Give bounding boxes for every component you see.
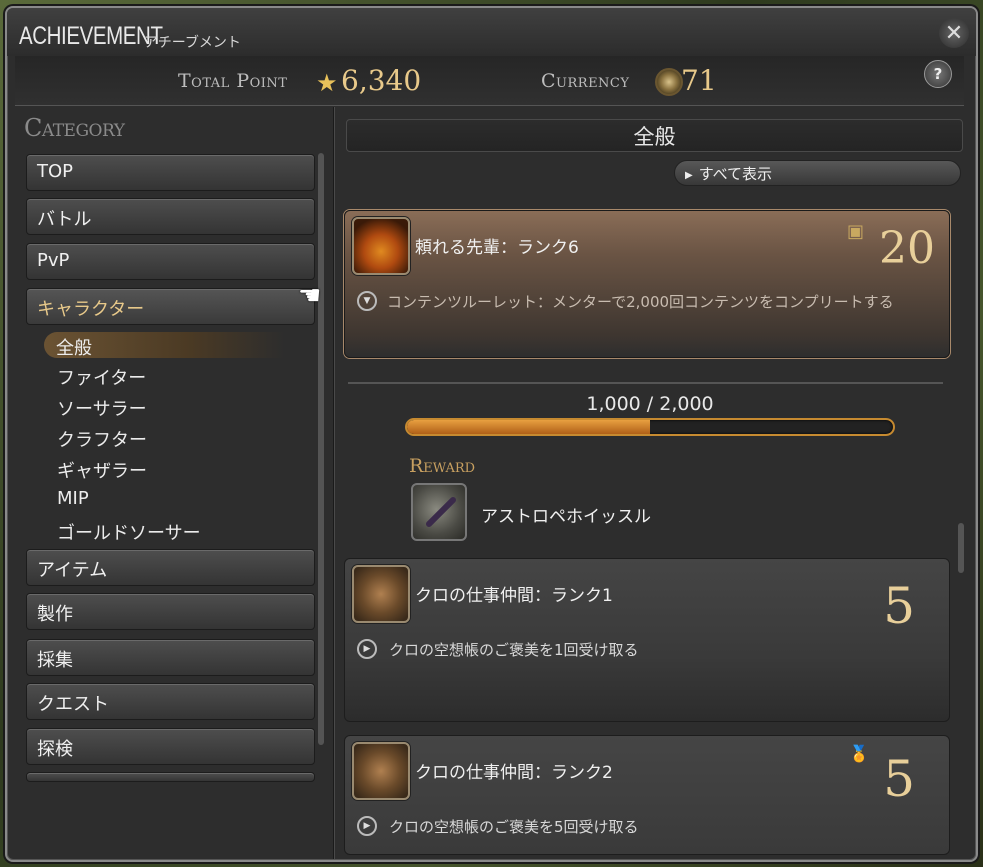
reward-name: アストロペホイッスル bbox=[481, 507, 651, 527]
category-battle[interactable]: バトル bbox=[26, 198, 315, 235]
collapse-chevron-icon[interactable]: ▼ bbox=[357, 291, 377, 311]
achievement-book-icon bbox=[352, 565, 410, 623]
total-point-value: 6,340 bbox=[341, 64, 422, 97]
achievement-book-icon bbox=[352, 742, 410, 800]
show-all-button[interactable]: ▶ すべて表示 bbox=[674, 160, 961, 186]
coin-icon bbox=[655, 68, 683, 96]
category-character[interactable]: キャラクター bbox=[26, 288, 315, 325]
points-bar: Total Point ★ 6,340 Currency 71 bbox=[15, 56, 964, 106]
help-button[interactable]: ? bbox=[924, 60, 952, 88]
achievement-points: 5 bbox=[883, 750, 915, 808]
achievement-description: コンテンツルーレット：メンターで2,000回コンテンツをコンプリートする bbox=[387, 293, 894, 311]
achievement-title: クロの仕事仲間：ランク1 bbox=[415, 586, 613, 606]
panel-divider bbox=[333, 107, 335, 859]
close-button[interactable]: ✕ bbox=[939, 18, 969, 48]
subcategory-gold-saucer[interactable]: ゴールドソーサー bbox=[57, 519, 201, 545]
achievement-description: クロの空想帳のご褒美を1回受け取る bbox=[389, 641, 639, 659]
achievement-points: 20 bbox=[879, 223, 935, 274]
category-quest[interactable]: クエスト bbox=[26, 683, 315, 720]
subcategory-sorcerer[interactable]: ソーサラー bbox=[57, 395, 147, 421]
achievement-fire-icon bbox=[352, 217, 410, 275]
category-item[interactable]: アイテム bbox=[26, 549, 315, 586]
section-header: 全般 bbox=[346, 119, 963, 152]
achievement-title: クロの仕事仲間：ランク2 bbox=[415, 763, 613, 783]
right-scrollbar-thumb[interactable] bbox=[958, 523, 964, 573]
title-bar[interactable]: ACHIEVEMENT アチーブメント ✕ bbox=[7, 8, 976, 56]
show-all-label: すべて表示 bbox=[698, 165, 773, 183]
progress-fill bbox=[407, 420, 650, 434]
category-next-partial[interactable] bbox=[26, 772, 315, 782]
progress-text: 1,000 / 2,000 bbox=[586, 393, 714, 415]
reward-label: Reward bbox=[409, 455, 476, 477]
star-icon: ★ bbox=[316, 69, 338, 97]
subcategory-general[interactable]: 全般 bbox=[44, 332, 284, 359]
currency-value: 71 bbox=[681, 64, 717, 97]
whistle-shape bbox=[424, 495, 458, 529]
expand-chevron-icon[interactable]: ▶ bbox=[357, 816, 377, 836]
total-point-label: Total Point bbox=[178, 70, 288, 92]
currency-label: Currency bbox=[541, 70, 630, 92]
category-pvp[interactable]: PvP bbox=[26, 243, 315, 280]
category-gathering[interactable]: 採集 bbox=[26, 639, 315, 676]
medal-icon: 🏅 bbox=[849, 744, 869, 763]
category-heading: Category bbox=[24, 114, 125, 142]
window-title: ACHIEVEMENT bbox=[19, 22, 163, 50]
expand-chevron-icon[interactable]: ▶ bbox=[357, 639, 377, 659]
treasure-chest-icon: ▣ bbox=[847, 221, 865, 242]
achievement-card[interactable]: クロの仕事仲間：ランク1 5 ▶ クロの空想帳のご褒美を1回受け取る bbox=[344, 558, 950, 722]
achievement-description: クロの空想帳のご褒美を5回受け取る bbox=[389, 818, 639, 836]
pointer-hand-icon: ☚ bbox=[298, 281, 322, 311]
category-exploration[interactable]: 探検 bbox=[26, 728, 315, 765]
left-scrollbar-thumb[interactable] bbox=[318, 153, 324, 745]
progress-bar bbox=[405, 418, 895, 436]
achievement-card-expanded[interactable]: 頼れる先輩：ランク6 ▣ 20 ▼ コンテンツルーレット：メンターで2,000回… bbox=[344, 210, 950, 358]
category-crafting[interactable]: 製作 bbox=[26, 593, 315, 630]
subcategory-mip[interactable]: MIP bbox=[57, 488, 89, 509]
whistle-icon[interactable] bbox=[411, 483, 467, 541]
category-top[interactable]: TOP bbox=[26, 154, 315, 191]
close-icon: ✕ bbox=[944, 20, 964, 46]
achievement-card[interactable]: クロの仕事仲間：ランク2 🏅 5 ▶ クロの空想帳のご褒美を5回受け取る bbox=[344, 735, 950, 855]
achievement-points: 5 bbox=[883, 577, 915, 635]
window-subtitle: アチーブメント bbox=[144, 35, 241, 51]
subcategory-gatherer[interactable]: ギャザラー bbox=[57, 457, 147, 483]
play-triangle-icon: ▶ bbox=[685, 170, 693, 181]
achievement-title: 頼れる先輩：ランク6 bbox=[415, 238, 579, 258]
subcategory-fighter[interactable]: ファイター bbox=[57, 364, 146, 390]
subcategory-crafter[interactable]: クラフター bbox=[57, 426, 147, 452]
detail-separator bbox=[348, 382, 943, 384]
